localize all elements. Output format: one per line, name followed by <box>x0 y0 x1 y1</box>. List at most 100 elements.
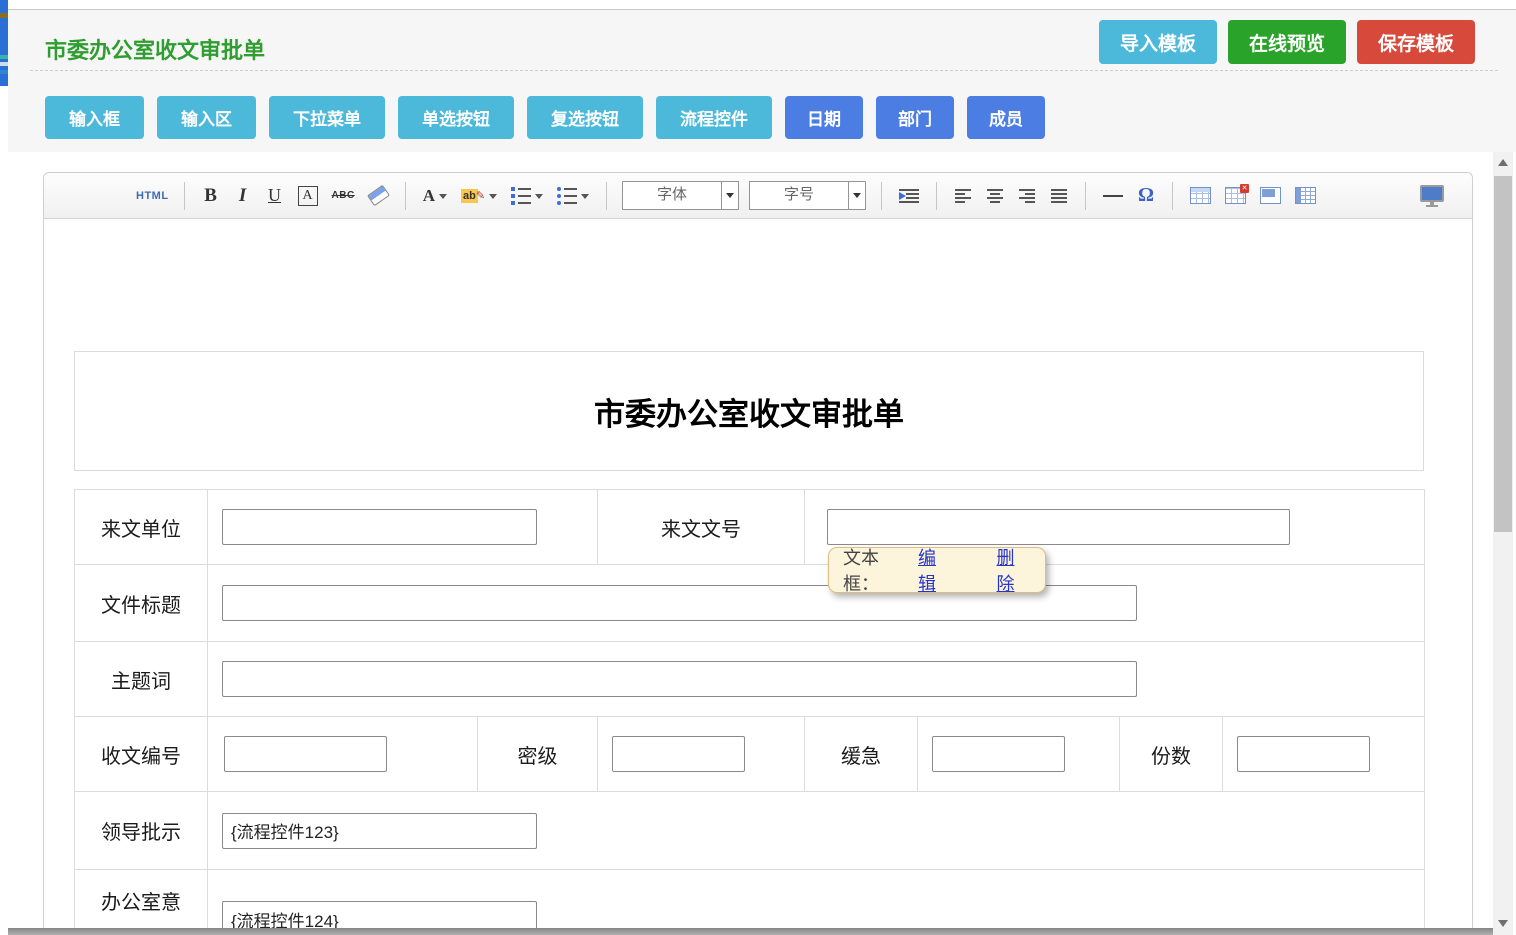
select-arrow-icon[interactable] <box>721 182 738 209</box>
field-label-security-level: 密级 <box>478 717 598 792</box>
unordered-list-button[interactable] <box>555 181 591 211</box>
table-row: 主题词 <box>75 642 1425 717</box>
field-label-office-opinion: 办公室意 <box>75 870 208 935</box>
window-edge-mark <box>0 13 8 18</box>
copies-input[interactable] <box>1237 736 1370 772</box>
add-textarea-button[interactable]: 输入区 <box>157 96 256 139</box>
editor-panel: HTML B I U A ABC A ab✎ <box>43 172 1473 935</box>
highlight-button[interactable]: ab✎ <box>459 181 499 211</box>
bold-button[interactable]: B <box>200 181 222 211</box>
window-bottom-edge <box>8 928 1493 935</box>
add-dropdown-button[interactable]: 下拉菜单 <box>269 96 385 139</box>
vertical-scrollbar[interactable] <box>1493 152 1513 935</box>
underline-button[interactable]: U <box>264 181 286 211</box>
scroll-down-button[interactable] <box>1493 913 1513 933</box>
font-color-button[interactable]: A <box>421 181 449 211</box>
scroll-up-button[interactable] <box>1493 152 1513 172</box>
font-size-value: 字号 <box>750 182 848 209</box>
toolbar-separator <box>606 182 607 210</box>
align-justify-button[interactable] <box>1048 181 1070 211</box>
field-label-document-number: 来文文号 <box>598 490 805 565</box>
delete-table-button[interactable] <box>1223 181 1248 211</box>
font-color-icon: A <box>423 186 435 206</box>
align-center-button[interactable] <box>984 181 1006 211</box>
delete-control-link[interactable]: 删除 <box>997 544 1032 596</box>
scroll-down-icon <box>1498 920 1508 932</box>
header-divider <box>30 70 1498 71</box>
cell-properties-button[interactable] <box>1293 181 1318 211</box>
toolbar-separator <box>1085 182 1086 210</box>
tooltip-label: 文本框： <box>843 544 912 596</box>
add-department-button[interactable]: 部门 <box>876 96 954 139</box>
toolbar-separator <box>881 182 882 210</box>
scroll-up-icon <box>1498 154 1508 166</box>
field-label-receipt-number: 收文编号 <box>75 717 208 792</box>
add-textbox-button[interactable]: 输入框 <box>45 96 144 139</box>
ordered-list-icon <box>511 187 531 205</box>
field-label-subject-words: 主题词 <box>75 642 208 717</box>
align-left-button[interactable] <box>952 181 974 211</box>
add-checkbox-button[interactable]: 复选按钮 <box>527 96 643 139</box>
leader-instructions-control-input[interactable] <box>222 813 537 849</box>
online-preview-button[interactable]: 在线预览 <box>1228 20 1346 64</box>
add-member-button[interactable]: 成员 <box>967 96 1045 139</box>
toolbar-separator <box>1172 182 1173 210</box>
align-justify-icon <box>1051 189 1067 203</box>
editor-content-area[interactable]: 市委办公室收文审批单 来文单位 来文文号 文件标题 主题 <box>44 219 1472 935</box>
window-edge-mark <box>0 70 8 74</box>
align-right-button[interactable] <box>1016 181 1038 211</box>
import-template-button[interactable]: 导入模板 <box>1099 20 1217 64</box>
background-window-edge <box>0 0 8 86</box>
html-source-button[interactable]: HTML <box>136 190 169 202</box>
strikethrough-button[interactable]: ABC <box>330 181 357 211</box>
toolbar-separator <box>184 182 185 210</box>
eraser-button[interactable] <box>367 181 390 211</box>
edit-control-link[interactable]: 编辑 <box>918 544 953 596</box>
table-row: 文件标题 <box>75 565 1425 642</box>
table-properties-icon <box>1260 187 1281 204</box>
table-row: 领导批示 <box>75 792 1425 870</box>
style-box-button[interactable]: A <box>296 181 320 211</box>
field-label-leader-instructions: 领导批示 <box>75 792 208 870</box>
dropdown-caret-icon <box>489 194 497 203</box>
toolbar-separator <box>936 182 937 210</box>
save-template-button[interactable]: 保存模板 <box>1357 20 1475 64</box>
unordered-list-icon <box>557 187 577 205</box>
special-char-button[interactable]: Ω <box>1135 181 1157 211</box>
select-arrow-icon[interactable] <box>848 182 865 209</box>
italic-button[interactable]: I <box>232 181 254 211</box>
horizontal-rule-button[interactable] <box>1101 181 1125 211</box>
document-title: 市委办公室收文审批单 <box>594 389 904 434</box>
monitor-icon <box>1420 185 1444 202</box>
font-size-select[interactable]: 字号 <box>749 181 866 210</box>
indent-button[interactable] <box>897 181 921 211</box>
component-toolbar: 输入框 输入区 下拉菜单 单选按钮 复选按钮 流程控件 日期 部门 成员 <box>45 96 1045 139</box>
align-left-icon <box>955 189 971 203</box>
toolbar-separator <box>405 182 406 210</box>
add-radio-button[interactable]: 单选按钮 <box>398 96 514 139</box>
ordered-list-button[interactable] <box>509 181 545 211</box>
scrollbar-thumb[interactable] <box>1494 176 1512 532</box>
table-row: 办公室意 <box>75 870 1425 935</box>
align-center-icon <box>987 189 1003 203</box>
dropdown-caret-icon <box>439 194 447 203</box>
dropdown-caret-icon <box>535 194 543 203</box>
document-number-input[interactable] <box>827 509 1290 545</box>
insert-table-button[interactable] <box>1188 181 1213 211</box>
header-actions: 导入模板 在线预览 保存模板 <box>1099 20 1475 64</box>
fullscreen-button[interactable] <box>1420 185 1444 207</box>
add-flow-control-button[interactable]: 流程控件 <box>656 96 772 139</box>
indent-icon <box>899 189 919 203</box>
cell-properties-icon <box>1295 187 1316 204</box>
subject-words-input[interactable] <box>222 661 1137 697</box>
table-properties-button[interactable] <box>1258 181 1283 211</box>
font-family-select[interactable]: 字体 <box>622 181 739 210</box>
add-date-button[interactable]: 日期 <box>785 96 863 139</box>
security-level-input[interactable] <box>612 736 745 772</box>
editor-toolbar: HTML B I U A ABC A ab✎ <box>44 173 1472 219</box>
source-unit-input[interactable] <box>222 509 537 545</box>
horizontal-rule-icon <box>1103 195 1123 197</box>
monitor-base <box>1426 205 1438 207</box>
urgency-input[interactable] <box>932 736 1065 772</box>
receipt-number-input[interactable] <box>224 736 387 772</box>
